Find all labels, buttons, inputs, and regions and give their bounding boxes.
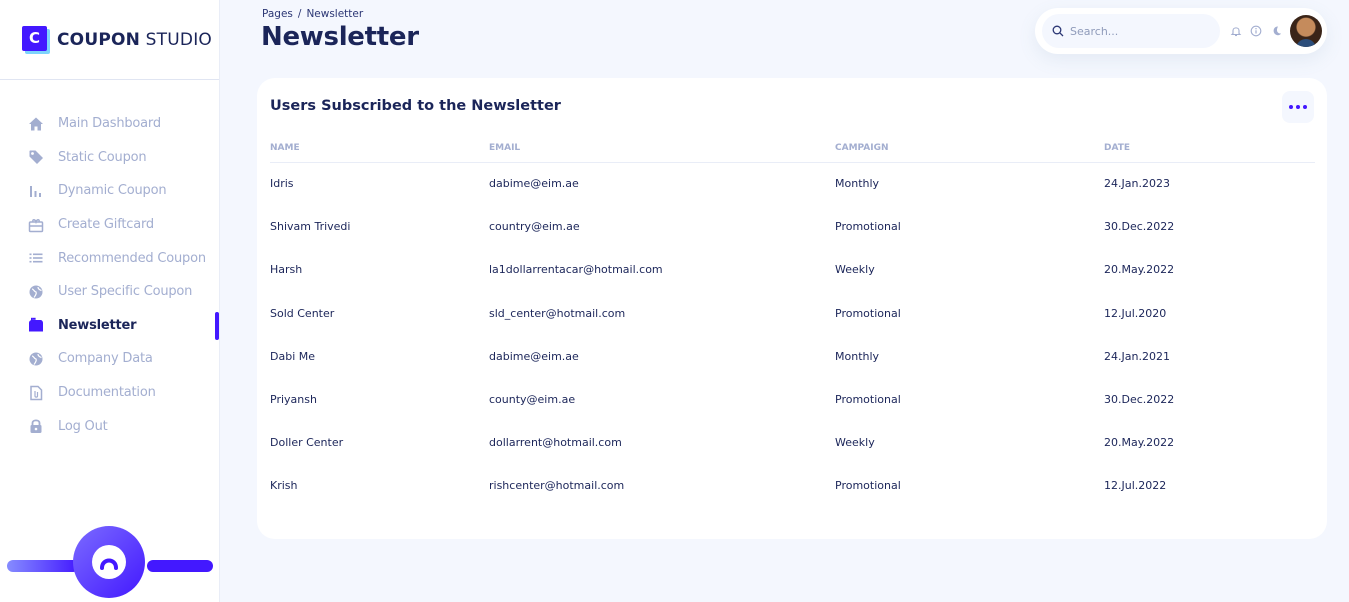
cell-campaign: Promotional	[835, 306, 901, 320]
sidebar-item-main-dashboard[interactable]: Main Dashboard	[0, 107, 219, 141]
slider-knob-icon	[92, 545, 126, 579]
search-input[interactable]	[1070, 24, 1200, 38]
sidebar-item-static-coupon[interactable]: Static Coupon	[0, 141, 219, 175]
breadcrumb: Pages / Newsletter	[262, 8, 363, 20]
more-dot-icon	[1302, 105, 1307, 109]
cell-date: 24.Jan.2023	[1104, 177, 1170, 191]
cell-name: Harsh	[270, 263, 303, 277]
cell-date: 20.May.2022	[1104, 436, 1175, 450]
cell-name: Shivam Trivedi	[270, 220, 351, 234]
breadcrumb-separator: /	[297, 8, 302, 20]
cell-email: dollarrent@hotmail.com	[489, 436, 622, 450]
table-row[interactable]: Dabi Me dabime@eim.ae Monthly 24.Jan.202…	[270, 335, 1315, 378]
more-dot-icon	[1289, 105, 1294, 109]
sidebar-item-newsletter[interactable]: Newsletter	[0, 309, 219, 343]
globe-icon	[28, 284, 44, 300]
more-dot-icon	[1296, 105, 1300, 109]
cell-email: county@eim.ae	[489, 393, 576, 407]
table-row[interactable]: Sold Center sld_center@hotmail.com Promo…	[270, 292, 1315, 335]
table-header-row: NAME EMAIL CAMPAIGN DATE	[270, 134, 1315, 163]
cell-campaign: Promotional	[835, 479, 901, 493]
column-header-email[interactable]: EMAIL	[489, 134, 835, 163]
newsletter-subscribers-card: Users Subscribed to the Newsletter NAME …	[257, 78, 1327, 539]
cell-campaign: Monthly	[835, 177, 880, 191]
sidebar-nav: Main Dashboard Static Coupon Dynamic Cou…	[0, 107, 219, 443]
table-row[interactable]: Priyansh county@eim.ae Promotional 30.De…	[270, 378, 1315, 421]
sidebar-item-company-data[interactable]: Company Data	[0, 342, 219, 376]
cell-name: Priyansh	[270, 393, 317, 407]
cell-date: 30.Dec.2022	[1104, 393, 1175, 407]
search-icon	[1052, 22, 1064, 41]
column-header-campaign[interactable]: CAMPAIGN	[835, 134, 1104, 163]
bell-icon[interactable]	[1226, 21, 1246, 41]
column-header-name[interactable]: NAME	[270, 134, 489, 163]
breadcrumb-current[interactable]: Newsletter	[306, 8, 363, 20]
slider-knob[interactable]	[73, 526, 145, 598]
cell-date: 30.Dec.2022	[1104, 220, 1175, 234]
more-options-button[interactable]	[1282, 91, 1314, 123]
cell-campaign: Weekly	[835, 263, 875, 277]
sidebar-item-user-specific-coupon[interactable]: User Specific Coupon	[0, 275, 219, 309]
globe-icon	[28, 351, 44, 367]
table-row[interactable]: Harsh la1dollarrentacar@hotmail.com Week…	[270, 248, 1315, 291]
slider-track-left	[7, 560, 79, 572]
page-title: Newsletter	[261, 22, 419, 52]
cell-email: sld_center@hotmail.com	[489, 306, 626, 320]
sidebar: C COUPON STUDIO Main Dashboard Static Co…	[0, 0, 220, 602]
bar-chart-icon	[28, 183, 44, 199]
slider-track-right	[147, 560, 213, 572]
sidebar-item-create-giftcard[interactable]: Create Giftcard	[0, 208, 219, 242]
subscribers-table: NAME EMAIL CAMPAIGN DATE Idris dabime@ei…	[270, 134, 1315, 508]
mailbox-icon	[28, 317, 44, 333]
cell-date: 12.Jul.2020	[1104, 306, 1167, 320]
cell-campaign: Weekly	[835, 436, 875, 450]
cell-campaign: Promotional	[835, 220, 901, 234]
cell-campaign: Promotional	[835, 393, 901, 407]
table-row[interactable]: Idris dabime@eim.ae Monthly 24.Jan.2023	[270, 162, 1315, 205]
cell-date: 20.May.2022	[1104, 263, 1175, 277]
brand-name: COUPON STUDIO	[57, 29, 212, 50]
sidebar-item-log-out[interactable]: Log Out	[0, 409, 219, 443]
tag-icon	[28, 149, 44, 165]
sidebar-slider-widget[interactable]	[7, 526, 213, 598]
moon-icon[interactable]	[1266, 21, 1286, 41]
cell-name: Krish	[270, 479, 298, 493]
cell-name: Dabi Me	[270, 349, 316, 363]
brand[interactable]: C COUPON STUDIO	[0, 0, 219, 80]
search-box[interactable]	[1042, 14, 1220, 48]
cell-campaign: Monthly	[835, 349, 880, 363]
info-icon[interactable]	[1246, 21, 1266, 41]
cell-name: Doller Center	[270, 436, 344, 450]
table-row[interactable]: Krish rishcenter@hotmail.com Promotional…	[270, 464, 1315, 507]
active-indicator	[215, 311, 219, 340]
table-row[interactable]: Shivam Trivedi country@eim.ae Promotiona…	[270, 205, 1315, 248]
cell-date: 12.Jul.2022	[1104, 479, 1167, 493]
sidebar-item-documentation[interactable]: Documentation	[0, 376, 219, 410]
cell-email: la1dollarrentacar@hotmail.com	[489, 263, 663, 277]
home-icon	[28, 116, 44, 132]
column-header-date[interactable]: DATE	[1104, 134, 1315, 163]
sidebar-item-recommended-coupon[interactable]: Recommended Coupon	[0, 241, 219, 275]
cell-email: dabime@eim.ae	[489, 349, 579, 363]
top-toolbar	[1035, 8, 1327, 54]
lock-icon	[28, 418, 44, 434]
cell-email: country@eim.ae	[489, 220, 580, 234]
cell-email: dabime@eim.ae	[489, 177, 579, 191]
card-title: Users Subscribed to the Newsletter	[270, 98, 561, 114]
sidebar-item-dynamic-coupon[interactable]: Dynamic Coupon	[0, 174, 219, 208]
cell-email: rishcenter@hotmail.com	[489, 479, 625, 493]
avatar[interactable]	[1290, 15, 1322, 47]
cell-date: 24.Jan.2021	[1104, 349, 1170, 363]
table-row[interactable]: Doller Center dollarrent@hotmail.com Wee…	[270, 421, 1315, 464]
document-icon	[28, 385, 44, 401]
brand-logo: C	[22, 25, 50, 54]
cell-name: Idris	[270, 177, 294, 191]
list-icon	[28, 250, 44, 266]
cell-name: Sold Center	[270, 306, 335, 320]
gift-icon	[28, 217, 44, 233]
breadcrumb-root[interactable]: Pages	[262, 8, 293, 20]
